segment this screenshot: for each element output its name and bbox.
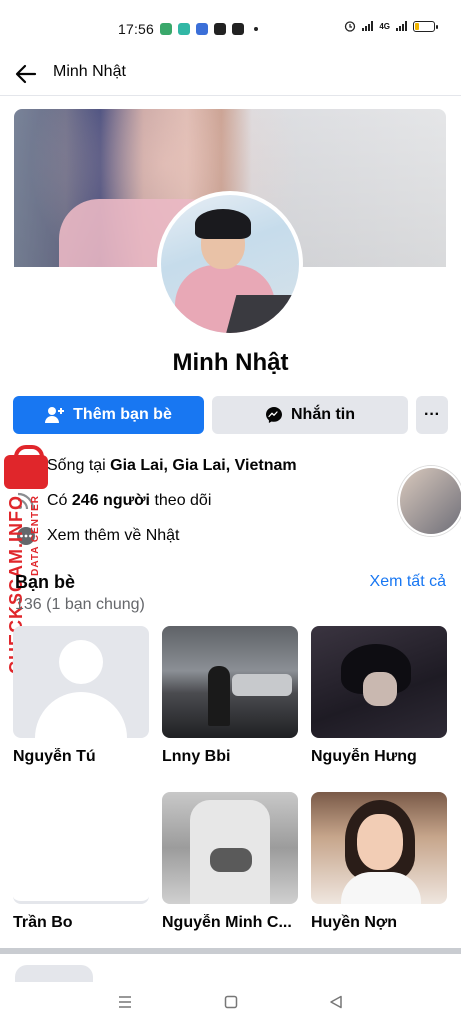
app-notification-icon <box>232 23 245 35</box>
section-divider <box>0 948 461 954</box>
top-app-bar: Minh Nhật <box>0 52 461 96</box>
see-more-about-label: Xem thêm về Nhật <box>47 527 180 544</box>
friend-card[interactable]: Nguyễn Minh C... <box>162 792 298 932</box>
watermark-subtext: DATA CENTER <box>30 495 41 576</box>
followers-prefix: Có <box>47 492 72 509</box>
signal-icon <box>396 21 407 31</box>
status-bar: 17:56 4G <box>0 0 461 52</box>
home-square-icon <box>224 995 238 1009</box>
back-nav-button[interactable] <box>326 992 346 1012</box>
home-button[interactable] <box>221 992 241 1012</box>
friend-name: Nguyễn Hưng <box>311 748 417 765</box>
menu-icon <box>119 996 131 1008</box>
lock-icon <box>4 445 48 489</box>
friend-photo <box>311 792 447 904</box>
app-notification-icon <box>178 23 191 35</box>
app-notification-icon <box>160 23 173 35</box>
friend-photo <box>311 626 447 738</box>
followers-count: 246 người <box>71 492 150 509</box>
alarm-icon <box>345 21 356 32</box>
featured-photos-thumbnail[interactable] <box>398 466 461 536</box>
friend-photo <box>13 626 149 738</box>
back-triangle-icon <box>330 995 342 1009</box>
friend-card[interactable]: Trần Bo <box>13 792 149 932</box>
lives-prefix: Sống tại <box>47 457 111 474</box>
messenger-icon <box>266 407 282 423</box>
friend-name: Trần Bo <box>13 914 73 931</box>
add-friend-label: Thêm bạn bè <box>73 406 172 423</box>
lives-location: Gia Lai, Gia Lai, Vietnam <box>110 457 297 474</box>
status-time: 17:56 <box>118 21 155 37</box>
page-title: Minh Nhật <box>53 63 126 80</box>
message-label: Nhắn tin <box>291 406 355 423</box>
more-icon: ··· <box>424 406 440 423</box>
system-nav-bar <box>0 982 461 1024</box>
network-type: 4G <box>379 21 390 31</box>
followers-suffix: theo dõi <box>150 492 212 509</box>
back-arrow-icon <box>15 64 37 84</box>
lives-in-row: Sống tại Gia Lai, Gia Lai, Vietnam <box>15 455 297 477</box>
add-friend-icon <box>45 407 65 423</box>
friend-card[interactable]: Nguyễn Hưng <box>311 626 447 766</box>
app-notification-icon <box>196 23 209 35</box>
friend-card[interactable]: Lnny Bbi <box>162 626 298 766</box>
status-left: 17:56 <box>118 21 259 37</box>
friend-card[interactable]: Nguyễn Tú <box>13 626 149 766</box>
back-button[interactable] <box>12 60 40 88</box>
friends-section-title: Bạn bè <box>15 572 76 592</box>
friend-card[interactable]: Huyền Nợn <box>311 792 447 932</box>
status-right: 4G <box>344 20 438 32</box>
more-options-button[interactable]: ··· <box>416 396 448 434</box>
profile-name: Minh Nhật <box>172 349 289 376</box>
battery-icon <box>413 20 438 32</box>
recent-apps-button[interactable] <box>115 992 135 1012</box>
add-friend-button[interactable]: Thêm bạn bè <box>13 396 204 434</box>
friend-name: Huyền Nợn <box>311 914 398 931</box>
profile-avatar[interactable] <box>157 191 303 337</box>
message-button[interactable]: Nhắn tin <box>212 396 408 434</box>
friends-count: 136 (1 bạn chung) <box>15 596 145 613</box>
see-all-friends-link[interactable]: Xem tất cả <box>370 573 446 591</box>
friend-name: Nguyễn Minh C... <box>162 914 292 931</box>
friend-photo <box>13 792 149 904</box>
signal-icon <box>362 21 374 31</box>
app-notification-icon <box>214 23 227 35</box>
friend-photo <box>162 792 298 904</box>
more-notifications-icon <box>254 27 259 31</box>
friend-photo <box>162 626 298 738</box>
friend-name: Nguyễn Tú <box>13 748 96 765</box>
friend-name: Lnny Bbi <box>162 748 231 765</box>
